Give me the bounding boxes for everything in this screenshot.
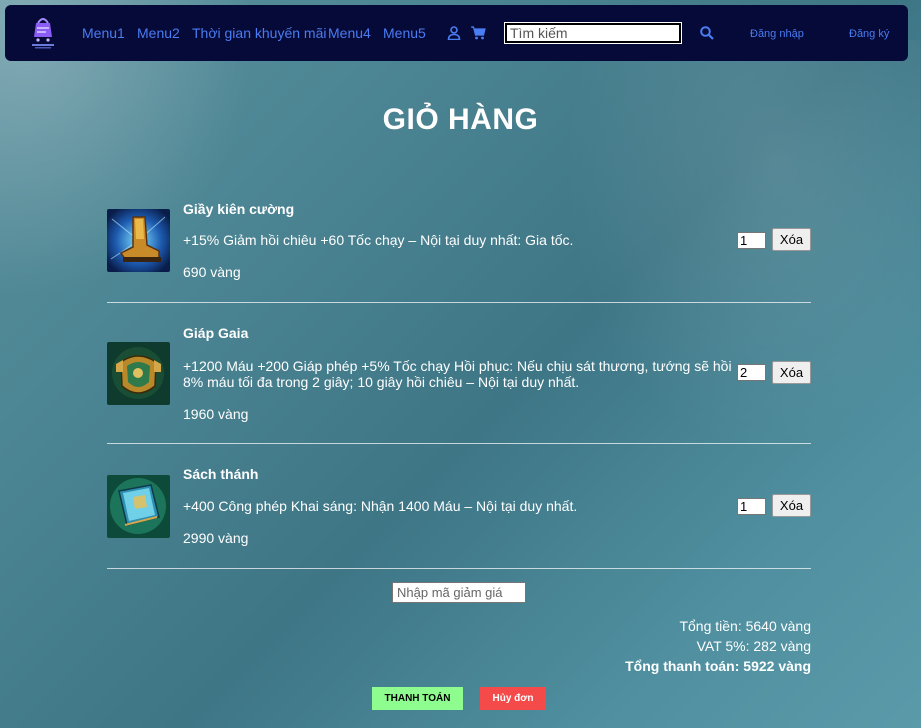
item-description: +1200 Máu +200 Giáp phép +5% Tốc chạy Hồ… [183, 358, 732, 390]
delete-button[interactable]: Xóa [772, 494, 811, 517]
book-item-image [107, 475, 170, 538]
search-icon[interactable] [700, 26, 716, 42]
delete-button[interactable]: Xóa [772, 361, 811, 384]
item-price: 1960 vàng [183, 406, 249, 422]
item-description: +400 Công phép Khai sáng: Nhận 1400 Máu … [183, 498, 578, 514]
menu-item-4[interactable]: Menu4 [328, 25, 371, 41]
divider [107, 443, 811, 444]
cart-icon[interactable] [471, 26, 487, 42]
user-icon[interactable] [447, 26, 463, 42]
login-link[interactable]: Đăng nhập [750, 28, 804, 40]
cancel-order-button[interactable]: Hủy đơn [480, 687, 546, 710]
boots-item-image [107, 209, 170, 272]
armor-item-image [107, 342, 170, 405]
quantity-input[interactable] [737, 498, 766, 515]
menu-item-2[interactable]: Menu2 [137, 25, 180, 41]
item-price: 690 vàng [183, 264, 241, 280]
register-link[interactable]: Đăng ký [849, 28, 889, 40]
cart-item: Sách thánh +400 Công phép Khai sáng: Nhậ… [107, 463, 811, 553]
item-name: Giáp Gaia [183, 325, 249, 341]
cart-item: Giầy kiên cường +15% Giảm hồi chiêu +60 … [107, 197, 811, 287]
item-description: +15% Giảm hồi chiêu +60 Tốc chạy – Nội t… [183, 232, 574, 248]
divider [107, 568, 811, 569]
vat-text: VAT 5%: 282 vàng [696, 638, 811, 654]
divider [107, 302, 811, 303]
quantity-input[interactable] [737, 232, 766, 249]
item-name: Giầy kiên cường [183, 201, 295, 217]
shop-logo[interactable] [25, 15, 61, 51]
coupon-input[interactable] [392, 582, 526, 603]
grand-total-text: Tổng thanh toán: 5922 vàng [625, 658, 811, 674]
item-name: Sách thánh [183, 466, 259, 482]
delete-button[interactable]: Xóa [772, 228, 811, 251]
checkout-button[interactable]: THANH TOÁN [372, 687, 463, 710]
search-input[interactable] [504, 22, 682, 44]
menu-item-1[interactable]: Menu1 [82, 25, 125, 41]
quantity-input[interactable] [737, 364, 766, 381]
page-title: GIỎ HÀNG [382, 103, 539, 136]
item-price: 2990 vàng [183, 530, 249, 546]
subtotal-text: Tổng tiền: 5640 vàng [679, 618, 811, 634]
menu-item-5[interactable]: Menu5 [383, 25, 426, 41]
top-navbar: Menu1 Menu2 Thời gian khuyến mãi Menu4 M… [5, 5, 908, 61]
cart-item: Giáp Gaia +1200 Máu +200 Giáp phép +5% T… [107, 322, 811, 427]
menu-item-promotion[interactable]: Thời gian khuyến mãi [192, 25, 326, 41]
